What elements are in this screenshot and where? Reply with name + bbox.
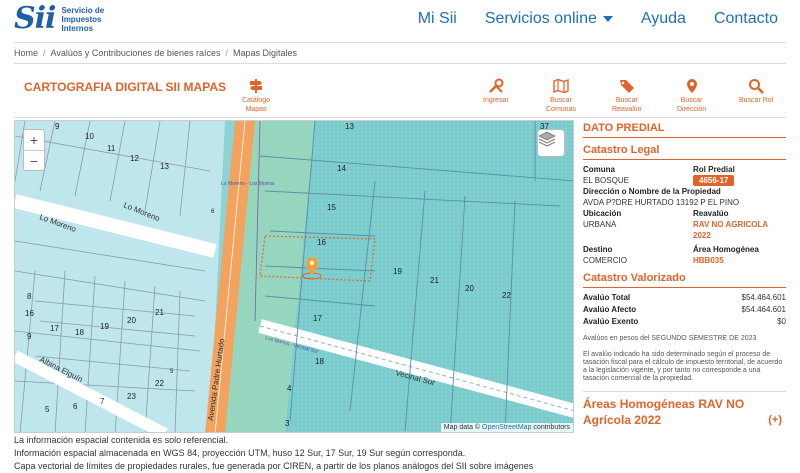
note-1: La información espacial contenida es sol… <box>14 435 229 445</box>
svg-text:21: 21 <box>430 276 439 285</box>
svg-text:21: 21 <box>155 308 164 317</box>
header-divider <box>14 42 786 43</box>
svg-text:9: 9 <box>27 332 32 341</box>
rol-badge: 4656-17 <box>693 175 735 186</box>
avaluo-total-value: $54.464.601 <box>741 293 787 302</box>
buscar-comunas-button[interactable]: Buscar Comunas <box>546 78 576 114</box>
dato-predial-heading: DATO PREDIAL <box>583 120 786 138</box>
svg-text:15: 15 <box>327 203 336 212</box>
svg-text:22: 22 <box>155 379 164 388</box>
sii-logo[interactable]: Sii Servicio de Impuestos Internos <box>14 4 104 34</box>
signpost-icon <box>248 78 264 94</box>
avaluo-exento-value: $0 <box>777 317 786 326</box>
map-icon <box>553 78 569 94</box>
svg-text:8: 8 <box>27 292 32 301</box>
svg-text:14: 14 <box>337 164 346 173</box>
nav-servicios-online[interactable]: Servicios online <box>471 10 627 28</box>
site-header: Sii Servicio de Impuestos Internos Mi Si… <box>0 0 800 42</box>
svg-text:6: 6 <box>73 402 78 411</box>
svg-text:13: 13 <box>345 122 354 131</box>
reavaluo-link[interactable]: RAV NO AGRICOLA 2022 <box>693 219 786 241</box>
page-title: CARTOGRAFIA DIGITAL SII MAPAS <box>24 80 227 94</box>
top-nav: Mi Sii Servicios online Ayuda Contacto <box>404 10 792 28</box>
catastro-legal-table: Comuna Rol Predial EL BOSQUE 4656-17 Dir… <box>583 164 786 266</box>
svg-text:3: 3 <box>285 419 290 428</box>
svg-text:Lo Moreno - Los Morros: Lo Moreno - Los Morros <box>221 181 275 187</box>
breadcrumb-home[interactable]: Home <box>14 48 38 58</box>
svg-text:20: 20 <box>127 316 136 325</box>
svg-text:23: 23 <box>127 392 136 401</box>
search-icon <box>748 78 764 94</box>
svg-text:18: 18 <box>75 328 84 337</box>
buscar-rol-button[interactable]: Buscar Rol <box>739 78 773 105</box>
svg-text:18: 18 <box>315 357 324 366</box>
layers-icon <box>538 131 556 147</box>
title-divider <box>14 117 786 118</box>
svg-text:19: 19 <box>393 267 402 276</box>
svg-text:22: 22 <box>502 291 511 300</box>
svg-text:19: 19 <box>100 322 109 331</box>
ingresar-button[interactable]: Ingresar <box>483 78 509 105</box>
ubicacion-value: URBANA <box>583 220 617 229</box>
tags-icon <box>619 78 635 94</box>
svg-text:17: 17 <box>50 324 59 333</box>
svg-text:20: 20 <box>465 284 474 293</box>
avaluo-table: Avalúo Total $54.464.601 Avalúo Afecto $… <box>583 293 787 326</box>
svg-text:11: 11 <box>107 144 116 153</box>
svg-text:17: 17 <box>313 314 322 323</box>
zoom-in-button[interactable]: + <box>24 130 44 150</box>
catastro-legal-heading: Catastro Legal <box>583 138 786 160</box>
map-attribution: Map data © OpenStreetMap contributors <box>440 423 573 432</box>
catastro-valorizado-heading: Catastro Valorizado <box>583 266 786 288</box>
svg-text:10: 10 <box>85 132 94 141</box>
areas-homogeneas-heading[interactable]: Áreas Homogéneas RAV NO Agrícola 2022 (+… <box>583 391 786 428</box>
breadcrumb: Home / Avalúos y Contribuciones de biene… <box>14 48 298 58</box>
breadcrumb-divider <box>14 63 786 64</box>
svg-text:16: 16 <box>317 238 326 247</box>
avaluo-period-note: Avalúos en pesos del SEGUNDO SEMESTRE DE… <box>583 335 757 342</box>
nav-ayuda[interactable]: Ayuda <box>627 10 700 28</box>
tools-icon <box>488 78 504 94</box>
comuna-value: EL BOSQUE <box>583 176 629 185</box>
map-viewer[interactable]: 13 14 15 16 17 18 19 21 20 22 3 7 9 10 11… <box>14 120 574 433</box>
breadcrumb-mapas: Mapas Digitales <box>232 48 298 58</box>
area-homogenea-link[interactable]: HBB035 <box>693 255 786 266</box>
note-3: Capa vectorial de límites de propiedades… <box>14 461 534 471</box>
breadcrumb-avaluos[interactable]: Avalúos y Contribuciones de bienes raíce… <box>51 48 221 58</box>
expand-toggle[interactable]: (+) <box>768 412 782 428</box>
buscar-reavaluo-button[interactable]: Buscar Reavalúo <box>612 78 642 114</box>
svg-text:16: 16 <box>25 309 34 318</box>
location-pin-icon <box>684 78 700 94</box>
direccion-value: AVDA P?DRE HURTADO 13192 P EL PINO <box>583 198 740 207</box>
nav-contacto[interactable]: Contacto <box>700 10 792 28</box>
destino-value: COMERCIO <box>583 256 627 265</box>
map-canvas[interactable]: 13 14 15 16 17 18 19 21 20 22 3 7 9 10 11… <box>15 121 574 433</box>
logo-mark: Sii <box>14 1 56 36</box>
svg-text:9: 9 <box>55 122 60 131</box>
zoom-out-button[interactable]: − <box>24 150 44 170</box>
nav-mi-sii[interactable]: Mi Sii <box>404 10 471 28</box>
buscar-direccion-button[interactable]: Buscar Dirección <box>677 78 706 114</box>
note-2: Información espacial almacenada en WGS 8… <box>14 448 466 458</box>
catalogo-mapas-button[interactable]: Catálogo Mapas <box>242 78 270 114</box>
zoom-control: + − <box>23 129 45 171</box>
svg-text:12: 12 <box>130 154 139 163</box>
map-notes: La información espacial contenida es sol… <box>14 434 574 473</box>
avaluo-disclaimer: El avalúo indicado ha sido determinado s… <box>583 351 783 382</box>
property-info-panel: DATO PREDIAL Catastro Legal Comuna Rol P… <box>583 120 786 473</box>
svg-text:7: 7 <box>100 397 105 406</box>
avaluo-afecto-value: $54.464.601 <box>741 305 787 314</box>
svg-text:5: 5 <box>45 405 50 414</box>
svg-text:13: 13 <box>160 162 169 171</box>
svg-text:4: 4 <box>287 384 292 393</box>
layers-button[interactable] <box>537 129 565 157</box>
logo-text: Servicio de Impuestos Internos <box>61 5 105 33</box>
osm-link[interactable]: OpenStreetMap <box>482 424 531 431</box>
